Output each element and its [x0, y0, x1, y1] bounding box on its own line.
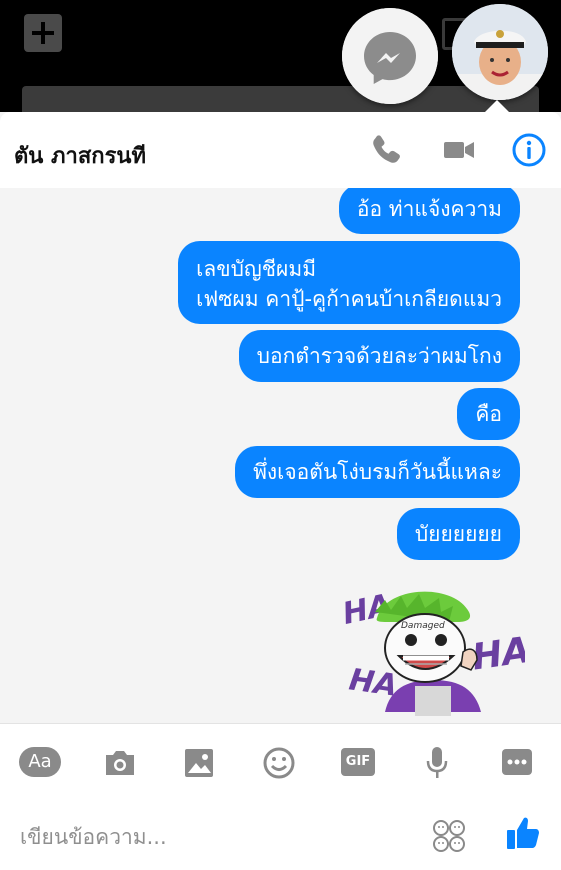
more-icon[interactable]: [501, 743, 533, 781]
microphone-icon[interactable]: [426, 743, 448, 781]
gif-button[interactable]: GIF: [341, 743, 375, 781]
aa-button[interactable]: Aa: [19, 743, 61, 781]
messenger-icon: [342, 8, 438, 104]
joker-sticker[interactable]: HA HA HA Damaged: [345, 582, 525, 724]
plus-icon[interactable]: [24, 14, 62, 52]
messenger-chathead[interactable]: [342, 8, 438, 104]
message-bubble[interactable]: คือ: [457, 388, 520, 440]
message-text: อ้อ ท่าแจ้งความ: [356, 197, 502, 221]
message-bubble[interactable]: เลขบัญชีผมมี เฟซผม คาปู้-คูก้าคนบ้าเกลีย…: [178, 241, 520, 324]
message-bubble[interactable]: อ้อ ท่าแจ้งความ: [338, 188, 520, 234]
message-text: คือ: [475, 402, 502, 426]
emoji-icon[interactable]: [262, 743, 296, 781]
info-icon[interactable]: [511, 132, 547, 168]
image-icon[interactable]: [183, 743, 215, 781]
message-text: เลขบัญชีผมมี เฟซผม คาปู้-คูก้าคนบ้าเกลีย…: [196, 256, 502, 311]
message-bubble[interactable]: พึ่งเจอตันโง่บรมก็วันนี้แหละ: [235, 446, 520, 498]
contact-avatar-chathead[interactable]: [452, 4, 548, 100]
composer-toolbar: Aa GIF: [0, 723, 561, 800]
message-composer: เขียนข้อความ...: [0, 799, 561, 870]
message-bubble[interactable]: บอกตำรวจด้วยละว่าผมโกง: [238, 330, 520, 382]
message-input[interactable]: เขียนข้อความ...: [20, 821, 400, 854]
avatar: [452, 4, 548, 100]
aa-label: Aa: [19, 747, 61, 777]
message-text: พึ่งเจอตันโง่บรมก็วันนี้แหละ: [253, 460, 502, 484]
video-icon[interactable]: [442, 132, 476, 168]
sticker-icon[interactable]: [432, 819, 466, 853]
conversation-header: ตัน ภาสกรนที: [0, 112, 561, 189]
sticker-label: Damaged: [401, 621, 445, 631]
camera-icon[interactable]: [103, 743, 137, 781]
contact-name[interactable]: ตัน ภาสกรนที: [14, 138, 146, 173]
like-icon[interactable]: [505, 815, 541, 851]
message-text: บอกตำรวจด้วยละว่าผมโกง: [256, 344, 502, 368]
phone-icon[interactable]: [368, 132, 404, 168]
sticker-laugh-text: HA: [469, 630, 525, 679]
message-bubble[interactable]: บัยยยยยย: [396, 508, 520, 560]
gif-icon: GIF: [341, 748, 375, 776]
message-text: บัยยยยยย: [414, 522, 502, 546]
